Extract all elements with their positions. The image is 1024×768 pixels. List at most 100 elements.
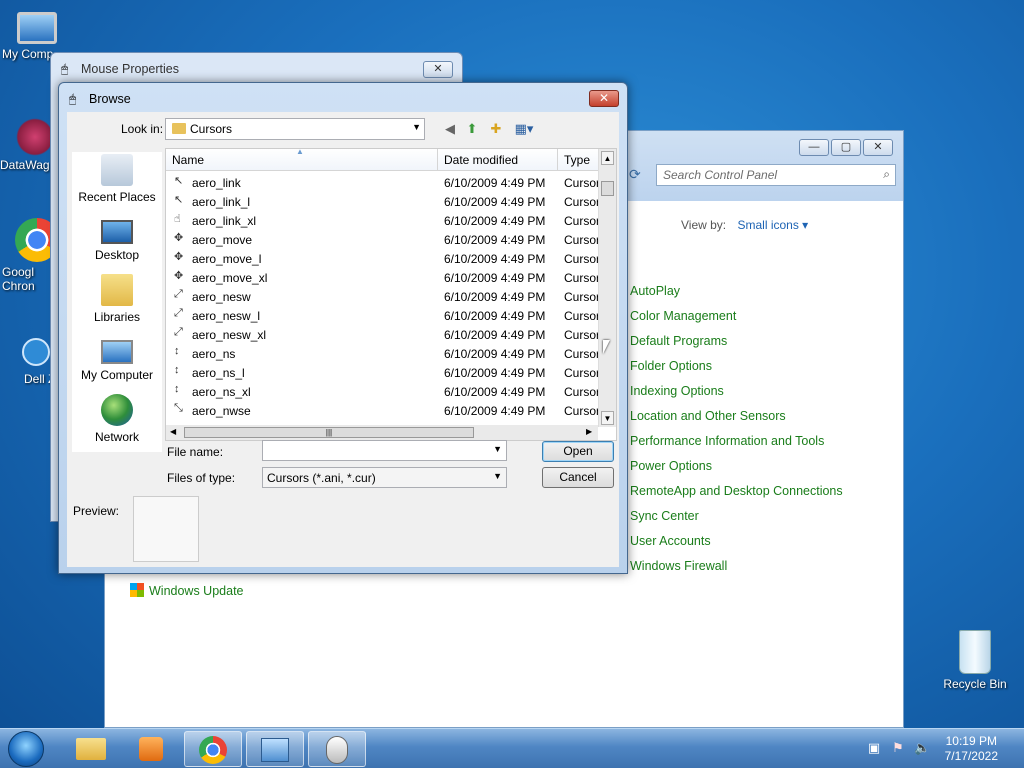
cp-item-indexing-options[interactable]: Indexing Options xyxy=(630,384,724,398)
taskbar-media-player[interactable] xyxy=(122,731,180,767)
refresh-icon[interactable]: ⟳ xyxy=(629,166,647,184)
open-button[interactable]: Open xyxy=(542,441,614,462)
cp-item-folder-options[interactable]: Folder Options xyxy=(630,359,712,373)
file-list: Name ▲ Date modified Type ↖ aero_link 6/10… xyxy=(165,148,617,441)
place-network[interactable]: Network xyxy=(72,394,162,444)
file-type: Cursor xyxy=(564,290,601,304)
place-desktop[interactable]: Desktop xyxy=(72,214,162,262)
scroll-left-arrow[interactable]: ◀ xyxy=(170,427,176,436)
file-date: 6/10/2009 4:49 PM xyxy=(444,309,546,323)
mouse-icon: 🖱 xyxy=(69,92,77,106)
scroll-right-arrow[interactable]: ▶ xyxy=(586,427,592,436)
desktop-icon xyxy=(101,220,133,244)
place-my-computer[interactable]: My Computer xyxy=(72,334,162,382)
close-button[interactable]: ✕ xyxy=(863,139,893,156)
action-center-icon[interactable]: ⚑ xyxy=(890,740,906,756)
volume-icon[interactable]: 🔈 xyxy=(914,740,930,756)
look-in-dropdown[interactable]: Cursors ▼ xyxy=(165,118,425,140)
file-row[interactable]: ↕ aero_ns_l 6/10/2009 4:49 PM Cursor xyxy=(166,363,600,382)
search-icon[interactable]: ⌕ xyxy=(883,167,890,182)
file-list-header: Name ▲ Date modified Type xyxy=(166,149,598,171)
file-date: 6/10/2009 4:49 PM xyxy=(444,214,546,228)
cp-item-autoplay[interactable]: AutoPlay xyxy=(630,284,680,298)
scroll-thumb[interactable]: ||| xyxy=(184,427,474,438)
file-row[interactable]: ✥ aero_move_xl 6/10/2009 4:49 PM Cursor xyxy=(166,268,601,287)
horizontal-scrollbar[interactable]: ◀ ||| ▶ xyxy=(166,425,598,440)
taskbar-mouse-properties[interactable] xyxy=(308,731,366,767)
files-of-type-value: Cursors (*.ani, *.cur) xyxy=(267,471,376,485)
cp-item-location-sensors[interactable]: Location and Other Sensors xyxy=(630,409,786,423)
place-label: Recent Places xyxy=(78,190,156,204)
taskbar-chrome[interactable] xyxy=(184,731,242,767)
clock[interactable]: 10:19 PM 7/17/2022 xyxy=(945,734,998,764)
media-player-icon xyxy=(139,737,163,761)
cp-item-windows-update[interactable]: Windows Update xyxy=(130,583,244,598)
scroll-down-arrow[interactable]: ▼ xyxy=(601,411,614,425)
column-type[interactable]: Type xyxy=(564,153,590,167)
file-row[interactable]: ✥ aero_move 6/10/2009 4:49 PM Cursor xyxy=(166,230,600,249)
cp-item-windows-firewall[interactable]: Windows Firewall xyxy=(630,559,727,573)
search-placeholder: Search Control Panel xyxy=(663,168,778,182)
file-name-input[interactable]: ▼ xyxy=(262,440,507,461)
file-type: Cursor xyxy=(564,385,601,399)
cancel-button[interactable]: Cancel xyxy=(542,467,614,488)
file-row[interactable]: ⤢ aero_nesw_l 6/10/2009 4:49 PM Cursor xyxy=(166,306,600,325)
cursor-file-icon: ⤢ xyxy=(174,288,183,300)
cp-item-sync-center[interactable]: Sync Center xyxy=(630,509,699,523)
back-icon[interactable]: ◀ xyxy=(441,121,459,137)
cursor-file-icon: ☝ xyxy=(174,213,181,225)
network-icon xyxy=(101,394,133,426)
scroll-up-arrow[interactable]: ▲ xyxy=(601,151,614,165)
file-row[interactable]: ↕ aero_ns_xl 6/10/2009 4:49 PM Cursor xyxy=(166,382,601,401)
cp-item-user-accounts[interactable]: User Accounts xyxy=(630,534,711,548)
cursor-file-icon: ✥ xyxy=(174,270,184,282)
up-folder-icon[interactable]: ⬆ xyxy=(463,121,481,137)
file-row[interactable]: ✥ aero_move_l 6/10/2009 4:49 PM Cursor xyxy=(166,249,600,268)
cp-item-power-options[interactable]: Power Options xyxy=(630,459,712,473)
file-date: 6/10/2009 4:49 PM xyxy=(444,290,546,304)
file-type: Cursor xyxy=(564,271,601,285)
cp-item-performance[interactable]: Performance Information and Tools xyxy=(630,434,824,448)
search-input[interactable]: Search Control Panel ⌕ xyxy=(656,164,896,186)
file-row[interactable]: ⤢ aero_nesw 6/10/2009 4:49 PM Cursor xyxy=(166,287,601,306)
scroll-thumb[interactable] xyxy=(601,181,614,196)
column-date-modified[interactable]: Date modified xyxy=(444,153,518,167)
desktop-icon-recycle-bin[interactable]: Recycle Bin xyxy=(940,630,1010,691)
file-row[interactable]: ⤡ aero_nwse 6/10/2009 4:49 PM Cursor xyxy=(166,401,600,420)
file-date: 6/10/2009 4:49 PM xyxy=(444,195,546,209)
cp-item-remoteapp[interactable]: RemoteApp and Desktop Connections xyxy=(630,484,843,498)
cursor-file-icon: ⤢ xyxy=(174,326,183,338)
view-by-dropdown[interactable]: Small icons ▾ xyxy=(737,218,808,232)
close-button[interactable]: ✕ xyxy=(589,90,619,107)
look-in-label: Look in: xyxy=(121,122,164,136)
view-menu-icon[interactable]: ▦▾ xyxy=(511,121,537,137)
minimize-button[interactable]: — xyxy=(799,139,829,156)
file-row[interactable]: ↖ aero_link 6/10/2009 4:49 PM Cursor xyxy=(166,173,600,192)
file-row[interactable]: ☝ aero_link_xl 6/10/2009 4:49 PM Cursor xyxy=(166,211,600,230)
network-tray-icon[interactable]: ▣ xyxy=(866,740,882,756)
close-button[interactable]: ✕ xyxy=(423,61,453,78)
browse-dialog: 🖱 Browse ✕ Look in: Cursors ▼ ◀ ⬆ ✚ ▦▾ R… xyxy=(58,82,628,574)
window-title: Mouse Properties xyxy=(81,62,179,76)
vertical-scrollbar[interactable]: ▲ ▼ xyxy=(598,149,616,427)
cp-item-color-management[interactable]: Color Management xyxy=(630,309,736,323)
file-date: 6/10/2009 4:49 PM xyxy=(444,366,546,380)
file-row[interactable]: ↖ aero_link_l 6/10/2009 4:49 PM Cursor xyxy=(166,192,600,211)
recycle-bin-icon xyxy=(959,630,991,674)
file-row[interactable]: ↕ aero_ns 6/10/2009 4:49 PM Cursor xyxy=(166,344,600,363)
file-row[interactable]: ⤢ aero_nesw_xl 6/10/2009 4:49 PM Cursor xyxy=(166,325,600,344)
cursor-file-icon: ⤢ xyxy=(174,307,183,319)
maximize-button[interactable]: ▢ xyxy=(831,139,861,156)
place-label: Libraries xyxy=(93,310,141,324)
start-button[interactable] xyxy=(8,731,44,767)
place-recent-places[interactable]: Recent Places xyxy=(72,154,162,204)
taskbar-control-panel[interactable] xyxy=(246,731,304,767)
cursor-file-icon: ✥ xyxy=(174,232,184,244)
new-folder-icon[interactable]: ✚ xyxy=(487,121,505,137)
mouse-icon: 🖱 xyxy=(61,62,69,76)
cp-item-default-programs[interactable]: Default Programs xyxy=(630,334,727,348)
place-libraries[interactable]: Libraries xyxy=(72,274,162,324)
files-of-type-dropdown[interactable]: Cursors (*.ani, *.cur) ▼ xyxy=(262,467,507,488)
taskbar-explorer[interactable] xyxy=(62,731,120,767)
column-name[interactable]: Name xyxy=(172,153,204,167)
